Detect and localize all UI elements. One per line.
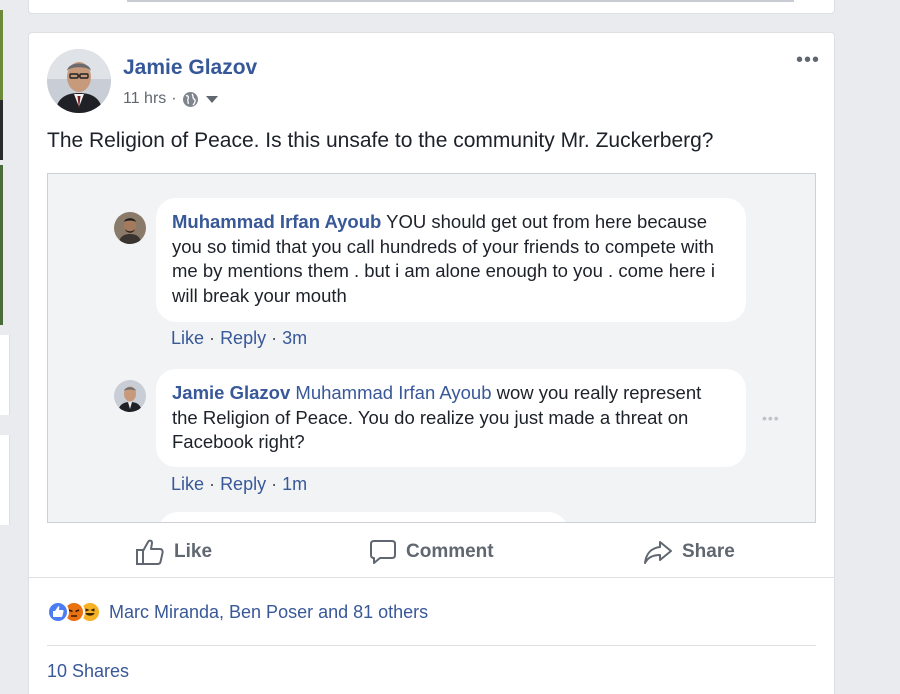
next-comment-bubble-edge — [158, 512, 568, 522]
share-arrow-icon — [644, 541, 672, 564]
left-column-edge — [0, 0, 10, 694]
author-avatar[interactable] — [47, 49, 111, 113]
comment-bubble: Muhammad Irfan Ayoub YOU should get out … — [156, 198, 746, 322]
audience-chevron-down-icon[interactable] — [205, 95, 218, 103]
meta-separator: · — [171, 90, 177, 107]
comment-like-link[interactable]: Like — [171, 328, 204, 348]
post-action-bar: Like Comment Share — [29, 526, 834, 578]
comment-timestamp[interactable]: 3m — [282, 328, 307, 348]
left-image-edge — [0, 10, 3, 100]
post-timestamp[interactable]: 11 hrs — [123, 90, 166, 108]
share-button-label: Share — [682, 541, 735, 562]
post-options-icon[interactable]: ••• — [796, 50, 820, 70]
comment-mention[interactable]: Muhammad Irfan Ayoub — [290, 382, 491, 403]
like-button-label: Like — [174, 541, 213, 562]
commenter-avatar — [114, 212, 146, 244]
comment-timestamp[interactable]: 1m — [282, 474, 307, 494]
embedded-comments-screenshot[interactable]: Muhammad Irfan Ayoub YOU should get out … — [47, 173, 816, 523]
comment-reply-link[interactable]: Reply — [220, 474, 266, 494]
shares-count[interactable]: 10 Shares — [47, 661, 129, 682]
comment-button-label: Comment — [406, 541, 494, 562]
comment-reply-link[interactable]: Reply — [220, 328, 266, 348]
comment-author-name[interactable]: Jamie Glazov — [172, 382, 290, 403]
action-separator: · — [209, 474, 216, 494]
comment-actions: Like · Reply · 3m — [171, 328, 307, 349]
reactions-names[interactable]: Marc Miranda, Ben Poser and 81 others — [109, 602, 428, 623]
comment-actions: Like · Reply · 1m — [171, 474, 307, 495]
previous-post-card-edge — [28, 0, 835, 14]
post-author-name[interactable]: Jamie Glazov — [123, 56, 257, 80]
left-image-edge — [0, 100, 3, 160]
like-reaction-icon — [47, 601, 69, 623]
comment-bubble-icon — [370, 540, 396, 564]
commenter-avatar — [114, 380, 146, 412]
divider — [47, 645, 816, 646]
left-image-edge — [0, 165, 3, 325]
action-separator: · — [271, 328, 278, 348]
comment-like-link[interactable]: Like — [171, 474, 204, 494]
like-button[interactable]: Like — [135, 538, 212, 566]
comment-options-icon[interactable]: ••• — [762, 410, 780, 426]
comment-bubble: Jamie Glazov Muhammad Irfan Ayoub wow yo… — [156, 369, 746, 467]
reactions-summary[interactable]: Marc Miranda, Ben Poser and 81 others — [47, 601, 428, 623]
globe-icon[interactable] — [182, 91, 199, 108]
action-separator: · — [271, 474, 278, 494]
action-separator: · — [209, 328, 216, 348]
previous-post-input-edge — [127, 0, 794, 2]
share-button[interactable]: Share — [643, 538, 735, 566]
post-card: Jamie Glazov 11 hrs · ••• The Religion o… — [28, 32, 835, 694]
comment-author-name[interactable]: Muhammad Irfan Ayoub — [172, 211, 381, 232]
post-text: The Religion of Peace. Is this unsafe to… — [47, 129, 714, 152]
comment-button[interactable]: Comment — [369, 538, 494, 566]
thumbs-up-icon — [136, 539, 164, 565]
left-panel-edge — [0, 335, 10, 415]
post-meta: 11 hrs · — [123, 90, 218, 108]
left-panel-edge — [0, 435, 10, 525]
